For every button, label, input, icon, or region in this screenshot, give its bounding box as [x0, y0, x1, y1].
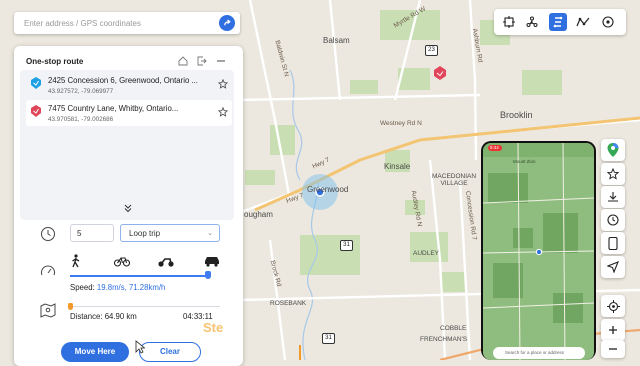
route-shield-31: 31: [340, 240, 353, 251]
speedometer-icon: [38, 261, 58, 281]
map-label-brooklin: Brooklin: [500, 110, 533, 120]
route-stop[interactable]: 2425 Concession 6, Greenwood, Ontario ..…: [26, 72, 232, 98]
route-stop[interactable]: 7475 Country Lane, Whitby, Ontario... 43…: [26, 100, 232, 126]
road-label-westney: Westney Rd N: [380, 120, 422, 127]
phone-search-bar: Search for a place or address: [493, 347, 585, 359]
distance-progress-track: [70, 306, 220, 307]
map-label-cobble: COBBLE: [440, 325, 467, 332]
move-here-button[interactable]: Move Here: [61, 342, 129, 362]
teleport-mode-button[interactable]: [500, 13, 518, 31]
expand-chevron-icon[interactable]: [123, 203, 133, 215]
zoom-out-button[interactable]: [601, 340, 625, 358]
address-search-input[interactable]: [22, 17, 219, 29]
speed-value: 19.8m/s, 71.28km/h: [96, 283, 166, 292]
stop-address: 7475 Country Lane, Whitby, Ontario...: [48, 104, 179, 113]
phone-status-time: 8:44: [490, 145, 499, 150]
loop-count-icon: [38, 224, 58, 244]
clear-button[interactable]: Clear: [139, 342, 201, 362]
speed-slider-handle[interactable]: [205, 271, 211, 279]
route-shield-31b: 31: [322, 333, 335, 344]
search-go-button[interactable]: [219, 15, 235, 31]
stop-coordinates: 43.927572, -79.069977: [48, 88, 114, 95]
import-button[interactable]: [601, 186, 625, 208]
locate-me-button[interactable]: [601, 295, 625, 317]
motorcycle-icon[interactable]: [158, 255, 174, 267]
crosshair-icon: [503, 16, 515, 28]
speed-readout: Speed: 19.8m/s, 71.28km/h: [70, 283, 165, 292]
device-button[interactable]: [601, 232, 625, 254]
panel-title: One-stop route: [26, 57, 84, 66]
map-label-frenchman: FRENCHMAN'S: [420, 336, 468, 343]
overlay-watermark-text: Ste: [203, 320, 224, 335]
route-shield-23: 23: [425, 45, 438, 56]
arrow-right-icon: [223, 18, 231, 25]
target-icon: [606, 299, 620, 313]
minimize-icon[interactable]: [215, 55, 227, 67]
stop-address: 2425 Concession 6, Greenwood, Ontario ..…: [48, 76, 198, 85]
multi-stop-route-button[interactable]: [574, 13, 592, 31]
map-label-audley: AUDLEY: [413, 250, 440, 257]
bicycle-icon[interactable]: [114, 255, 130, 267]
map-label-greenwood: Greenwood: [307, 185, 349, 194]
map-label-rosebank: ROSEBANK: [270, 300, 307, 307]
zoom-in-button[interactable]: [601, 319, 625, 341]
map-label-balsam: Balsam: [323, 36, 350, 45]
favorite-star-icon[interactable]: [218, 107, 228, 117]
joystick-mode-button[interactable]: [599, 13, 617, 31]
distance-value: 64.90 km: [104, 312, 137, 321]
phone-icon: [608, 236, 618, 250]
speed-label: Speed:: [70, 283, 95, 292]
gamepad-icon: [602, 16, 614, 28]
distance-progress-handle: [68, 303, 73, 310]
distance-map-icon: [38, 300, 58, 320]
speed-slider-track[interactable]: [70, 275, 208, 277]
map-label-kinsale: Kinsale: [384, 162, 411, 171]
address-search-bar: [14, 12, 240, 34]
mode-toolbar: [494, 9, 626, 35]
star-icon: [607, 168, 619, 180]
map-label-ougham: ougham: [244, 210, 273, 219]
navigate-button[interactable]: [601, 256, 625, 278]
phone-map-label: Mount Zion: [513, 159, 536, 164]
route-panel: One-stop route 2425 Concession 6, Greenw…: [14, 46, 243, 366]
map-label-macedonian: MACEDONIAN VILLAGE: [432, 173, 477, 187]
end-pin-icon: [31, 105, 41, 117]
start-pin-icon: [31, 77, 41, 89]
distance-readout: Distance: 64.90 km: [70, 312, 137, 321]
joystick-icon: [526, 16, 538, 27]
clock-icon: [607, 214, 619, 226]
chevron-down-icon: ⌄: [207, 230, 213, 237]
mouse-cursor-icon: [135, 340, 145, 354]
favorite-star-icon[interactable]: [218, 79, 228, 89]
export-icon[interactable]: [196, 55, 208, 67]
minus-icon: [609, 348, 617, 350]
polyline-icon: [576, 17, 590, 27]
walk-icon[interactable]: [70, 254, 82, 268]
phone-map-screen: 8:44 Mount Zion Search for a place or ad…: [483, 143, 594, 360]
plus-icon: [609, 326, 617, 334]
route-stop-list: 2425 Concession 6, Greenwood, Ontario ..…: [20, 70, 234, 220]
stop-coordinates: 43.970581, -79.002686: [48, 116, 114, 123]
loop-count-input[interactable]: 5: [70, 224, 114, 242]
download-icon: [608, 192, 618, 202]
save-route-icon[interactable]: [177, 55, 189, 67]
favorites-button[interactable]: [601, 163, 625, 185]
jump-teleport-button[interactable]: [523, 13, 541, 31]
car-icon[interactable]: [204, 255, 220, 267]
google-maps-button[interactable]: [601, 139, 625, 161]
trip-mode-value: Loop trip: [129, 229, 161, 238]
route-icon: [553, 16, 563, 28]
one-stop-route-button[interactable]: [549, 13, 567, 31]
distance-label: Distance:: [70, 312, 103, 321]
google-maps-pin-icon: [607, 143, 619, 157]
phone-preview: 8:44 Mount Zion Search for a place or ad…: [481, 141, 596, 360]
trip-mode-select[interactable]: Loop trip ⌄: [120, 224, 220, 242]
history-button[interactable]: [601, 209, 625, 231]
navigation-arrow-icon: [607, 261, 619, 273]
